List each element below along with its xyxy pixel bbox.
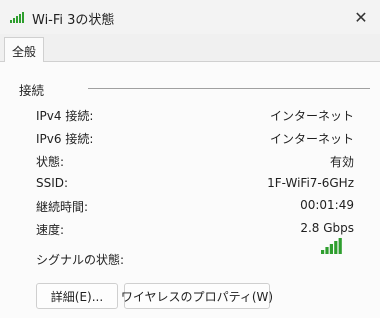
general-panel: 接続 IPv4 接続: インターネット IPv6 接続: インターネット 状態:… [0, 62, 380, 318]
wireless-properties-button[interactable]: ワイヤレスのプロパティ(W) [121, 283, 273, 309]
ipv4-label: IPv4 接続: [36, 109, 94, 123]
connection-section-title: 接続 [19, 83, 45, 98]
window-title: Wi-Fi 3の状態 [32, 13, 115, 28]
close-icon: ✕ [354, 7, 368, 27]
state-label: 状態: [36, 155, 65, 169]
wifi-signal-icon [10, 12, 24, 23]
signal-quality-label: シグナルの状態: [36, 253, 125, 267]
duration-label: 継続時間: [36, 200, 89, 214]
ssid-value: 1F-WiFi7-6GHz [267, 176, 354, 190]
tab-general[interactable]: 全般 [4, 37, 44, 63]
state-value: 有効 [329, 155, 354, 169]
section-divider [88, 88, 370, 89]
signal-bar [329, 244, 333, 254]
signal-strength-icon [321, 238, 342, 254]
speed-label: 速度: [36, 223, 65, 237]
ipv6-label: IPv6 接続: [36, 132, 94, 146]
signal-bar [325, 247, 329, 254]
speed-value: 2.8 Gbps [300, 221, 354, 235]
close-button[interactable]: ✕ [346, 4, 376, 30]
tab-strip: 全般 [0, 34, 380, 63]
signal-bar [321, 250, 325, 254]
duration-value: 00:01:49 [300, 198, 354, 212]
ipv4-value: インターネット [269, 109, 354, 123]
title-bar[interactable]: Wi-Fi 3の状態 ✕ [0, 0, 380, 34]
ipv6-value: インターネット [269, 132, 354, 146]
wifi-status-window: Wi-Fi 3の状態 ✕ 全般 接続 IPv4 接続: インターネット IPv6… [0, 0, 380, 318]
ssid-label: SSID: [36, 176, 69, 190]
signal-bar [334, 241, 338, 254]
signal-bar [338, 238, 342, 254]
details-button[interactable]: 詳細(E)... [36, 283, 118, 309]
